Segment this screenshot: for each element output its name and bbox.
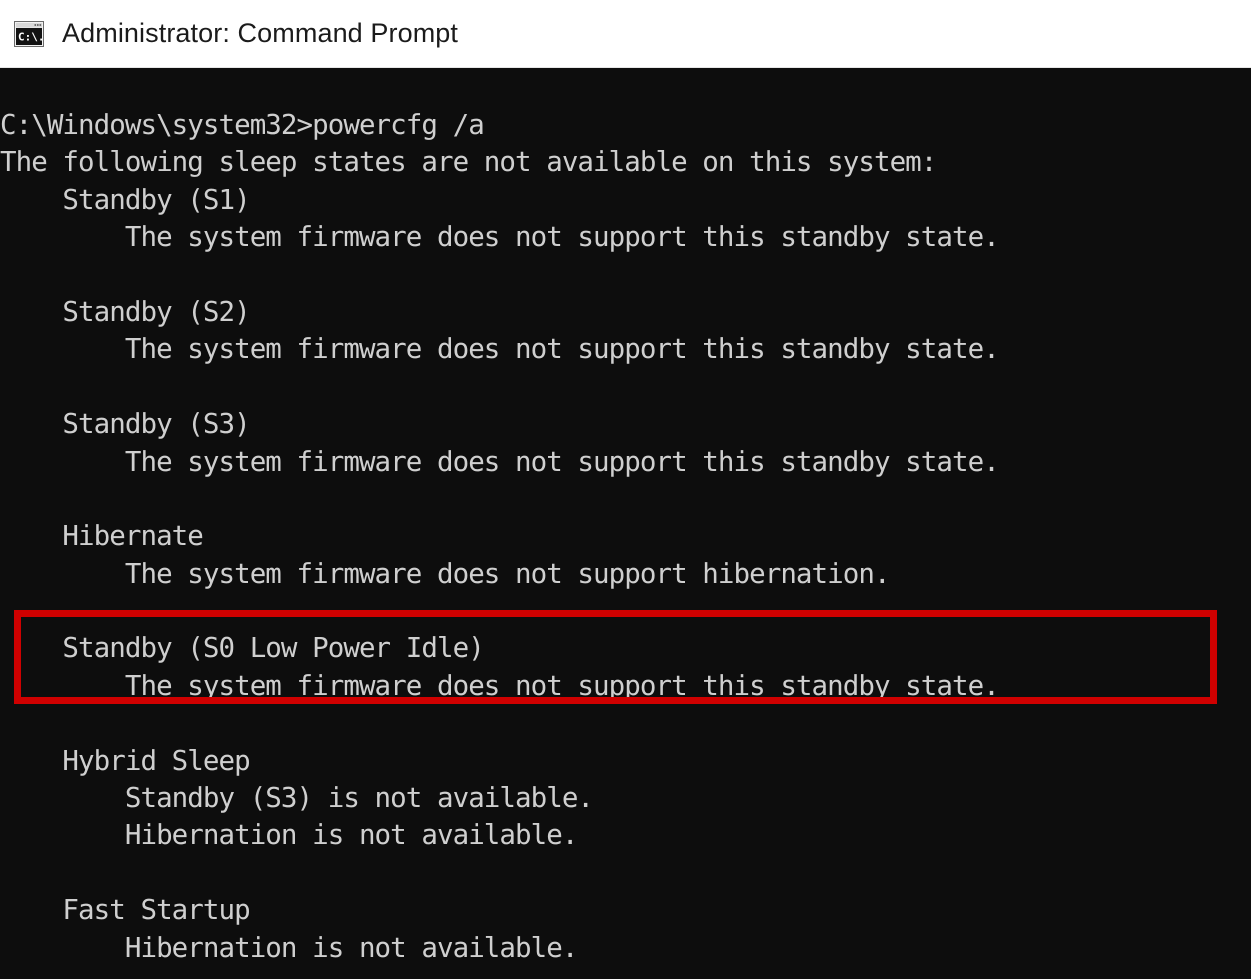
console-line: The system firmware does not support hib… [0, 557, 891, 590]
console-line: Standby (S2) [0, 295, 250, 328]
console-line: Hibernation is not available. [0, 819, 579, 852]
console-line: The system firmware does not support thi… [0, 333, 1000, 366]
console-line: Standby (S3) is not available. [0, 782, 594, 815]
console-text: C:\Windows\system32>powercfg /a The follo… [0, 107, 1000, 967]
console-line: The following sleep states are not avail… [0, 146, 937, 179]
console-line: Hibernation is not available. [0, 931, 579, 964]
console-line: The system firmware does not support thi… [0, 445, 1000, 478]
console-line: Hybrid Sleep [0, 744, 250, 777]
svg-text:C:\.: C:\. [18, 30, 44, 43]
command-prompt-icon: C:\. [14, 20, 44, 47]
console-line: Standby (S3) [0, 408, 250, 441]
terminal-output-area[interactable]: C:\Windows\system32>powercfg /a The follo… [0, 68, 1251, 979]
console-line: Fast Startup [0, 894, 250, 927]
console-line: Hibernate [0, 520, 203, 553]
command-prompt-window: C:\. Administrator: Command Prompt C:\Wi… [0, 0, 1251, 979]
console-line: Standby (S0 Low Power Idle) [0, 632, 484, 665]
console-line: Standby (S1) [0, 183, 250, 216]
console-line: The system firmware does not support thi… [0, 669, 1000, 702]
window-title: Administrator: Command Prompt [62, 18, 459, 48]
console-line: The system firmware does not support thi… [0, 221, 1000, 254]
window-titlebar[interactable]: C:\. Administrator: Command Prompt [0, 0, 1251, 68]
console-line: C:\Windows\system32>powercfg /a [0, 109, 485, 141]
